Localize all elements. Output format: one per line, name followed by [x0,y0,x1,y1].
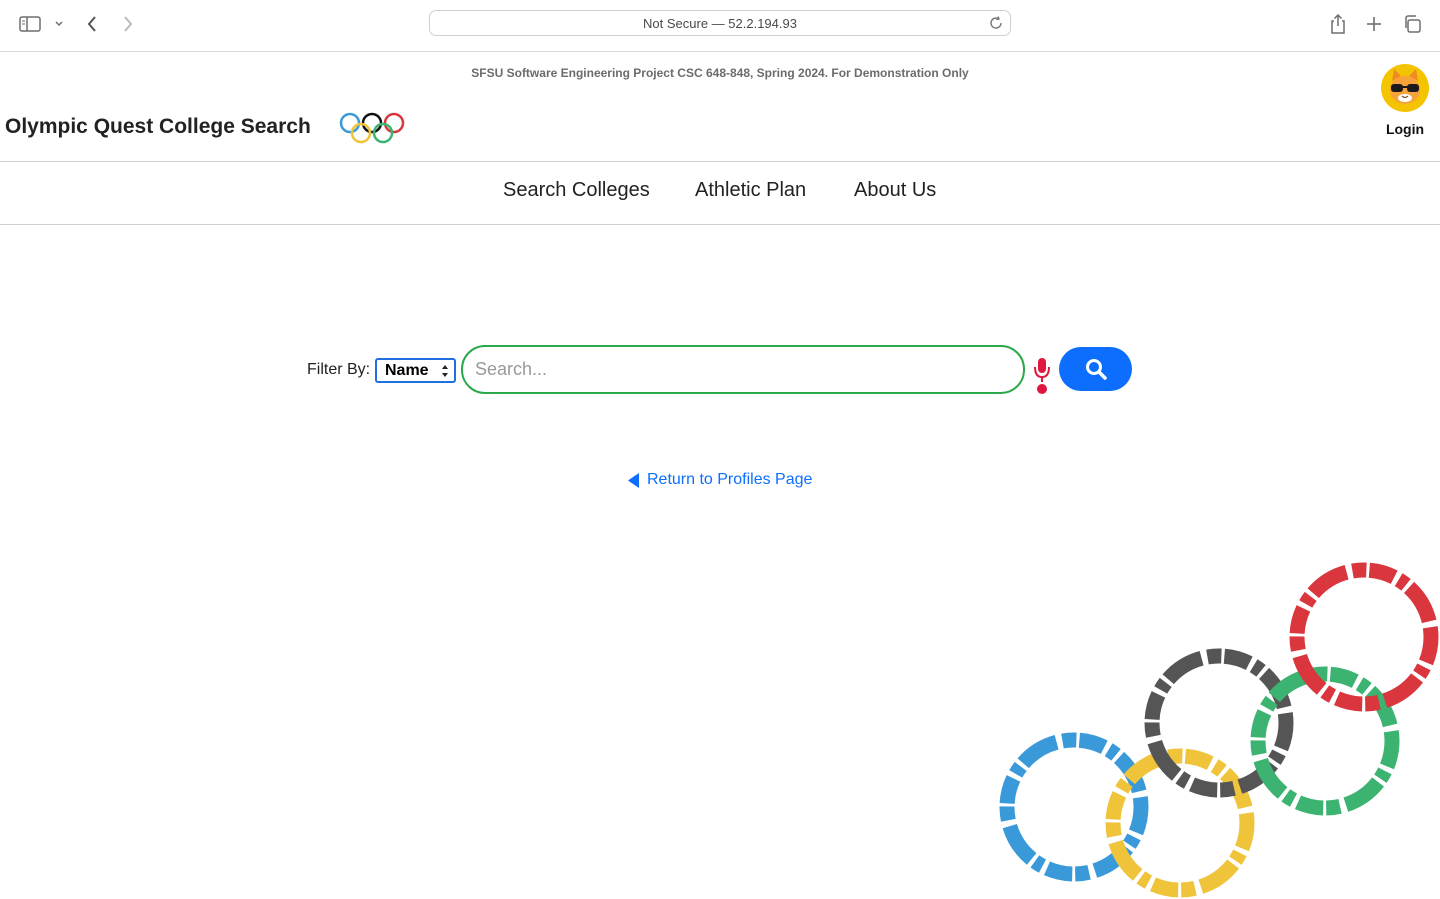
return-to-profiles-link[interactable]: Return to Profiles Page [628,471,812,489]
reload-icon[interactable] [988,15,1004,31]
microphone-icon[interactable] [1031,356,1053,396]
forward-icon[interactable] [116,12,140,36]
select-arrows-icon [442,365,448,377]
search-icon [1085,359,1107,380]
caret-left-icon [628,472,639,488]
avatar[interactable] [1380,63,1430,113]
browser-toolbar: Not Secure — 52.2.194.93 [0,0,1440,52]
return-link-label: Return to Profiles Page [647,471,813,488]
login-link[interactable]: Login [1370,121,1440,137]
address-bar[interactable]: Not Secure — 52.2.194.93 [429,10,1011,36]
sidebar-icon[interactable] [18,12,42,36]
search-button[interactable] [1059,347,1132,391]
back-icon[interactable] [80,12,104,36]
nav-athletic-plan[interactable]: Athletic Plan [695,179,806,202]
olympic-rings-logo [339,112,405,144]
filter-selected-value: Name [385,361,429,379]
nav-divider [0,224,1440,225]
filter-label: Filter By: [307,361,371,378]
site-title[interactable]: Olympic Quest College Search [5,115,311,139]
chevron-down-icon[interactable] [50,12,68,36]
search-input[interactable] [461,345,1025,394]
address-text: Not Secure — 52.2.194.93 [643,15,797,31]
nav-about-us[interactable]: About Us [854,179,936,202]
nav-search-colleges[interactable]: Search Colleges [503,179,650,202]
tabs-overview-icon[interactable] [1400,12,1424,36]
share-icon[interactable] [1326,12,1350,36]
demo-disclaimer: SFSU Software Engineering Project CSC 64… [471,66,969,80]
filter-select[interactable]: Name [375,358,456,383]
new-tab-icon[interactable] [1362,12,1386,36]
header-divider [0,161,1440,162]
decorative-olympic-rings [999,562,1439,898]
